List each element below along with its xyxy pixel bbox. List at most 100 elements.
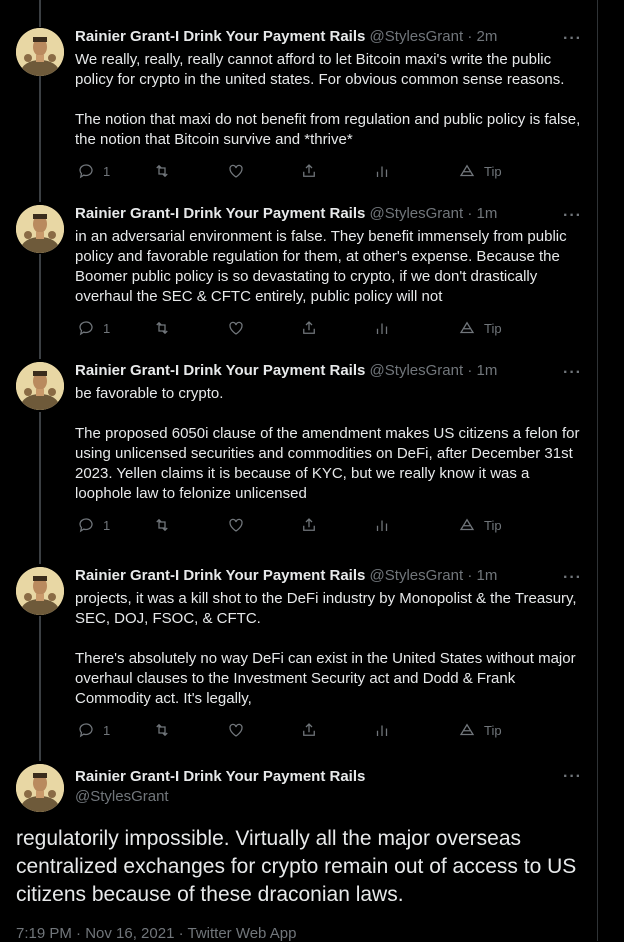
retweet-button[interactable] bbox=[153, 516, 171, 534]
retweet-icon bbox=[156, 164, 168, 178]
like-button[interactable] bbox=[227, 516, 245, 534]
tip-icon bbox=[459, 164, 475, 177]
tweet-header: Rainier Grant-I Drink Your Payment Rails… bbox=[75, 28, 497, 46]
analytics-button[interactable] bbox=[373, 319, 391, 337]
share-icon bbox=[303, 723, 315, 736]
analytics-icon bbox=[376, 323, 388, 334]
thread-line bbox=[39, 254, 41, 359]
main-tweet-text: regulatorily impossible. Virtually all t… bbox=[16, 827, 577, 906]
share-button[interactable] bbox=[300, 516, 318, 534]
author-name[interactable]: Rainier Grant-I Drink Your Payment Rails bbox=[75, 28, 365, 45]
reply-count: 1 bbox=[103, 722, 111, 738]
action-bar: 1 Tip bbox=[75, 162, 585, 184]
tip-button[interactable]: Tip bbox=[458, 721, 502, 739]
analytics-icon bbox=[376, 166, 388, 177]
reply-count: 1 bbox=[103, 517, 111, 533]
like-button[interactable] bbox=[227, 319, 245, 337]
tweet-paragraph: The notion that maxi do not benefit from… bbox=[75, 111, 581, 148]
tweet-header: Rainier Grant-I Drink Your Payment Rails… bbox=[75, 362, 497, 380]
more-icon[interactable]: ··· bbox=[563, 569, 582, 587]
reply-button[interactable]: 1 bbox=[77, 319, 110, 337]
more-icon[interactable]: ··· bbox=[563, 768, 582, 786]
tweet-paragraph: be favorable to crypto. bbox=[75, 385, 224, 402]
timestamp[interactable]: 1m bbox=[476, 362, 497, 379]
like-icon bbox=[229, 164, 243, 178]
retweet-icon bbox=[156, 723, 168, 737]
tweet-meta[interactable]: 7:19 PM · Nov 16, 2021 · Twitter Web App bbox=[16, 925, 296, 942]
reply-button[interactable]: 1 bbox=[77, 162, 110, 180]
author-handle[interactable]: @StylesGrant bbox=[370, 362, 464, 379]
analytics-icon bbox=[376, 520, 388, 531]
avatar[interactable] bbox=[16, 205, 64, 253]
tweet-paragraph: The proposed 6050i clause of the amendme… bbox=[75, 425, 580, 502]
avatar[interactable] bbox=[16, 567, 64, 615]
tweet-header: Rainier Grant-I Drink Your Payment Rails bbox=[75, 768, 365, 786]
author-handle[interactable]: @StylesGrant bbox=[75, 788, 169, 805]
tweet-header: Rainier Grant-I Drink Your Payment Rails… bbox=[75, 567, 497, 585]
analytics-icon bbox=[376, 725, 388, 736]
timestamp[interactable]: 2m bbox=[476, 28, 497, 45]
share-button[interactable] bbox=[300, 319, 318, 337]
thread-line bbox=[39, 0, 41, 27]
reply-icon bbox=[79, 723, 93, 738]
reply-count: 1 bbox=[103, 320, 111, 336]
tweet-paragraph: There's absolutely no way DeFi can exist… bbox=[75, 650, 576, 707]
tweet-paragraph: in an adversarial environment is false. … bbox=[75, 228, 567, 305]
separator: · bbox=[467, 205, 473, 222]
retweet-icon bbox=[156, 321, 168, 335]
tip-button[interactable]: Tip bbox=[458, 319, 502, 337]
author-handle[interactable]: @StylesGrant bbox=[370, 205, 464, 222]
like-button[interactable] bbox=[227, 721, 245, 739]
avatar[interactable] bbox=[16, 362, 64, 410]
author-name[interactable]: Rainier Grant-I Drink Your Payment Rails bbox=[75, 362, 365, 379]
analytics-button[interactable] bbox=[373, 516, 391, 534]
retweet-button[interactable] bbox=[153, 721, 171, 739]
tip-label: Tip bbox=[484, 163, 502, 179]
thread-line bbox=[39, 76, 41, 202]
author-handle[interactable]: @StylesGrant bbox=[370, 28, 464, 45]
timestamp[interactable]: 1m bbox=[476, 205, 497, 222]
more-icon[interactable]: ··· bbox=[563, 207, 582, 225]
tip-label: Tip bbox=[484, 517, 502, 533]
reply-icon bbox=[79, 321, 93, 336]
like-icon bbox=[229, 518, 243, 532]
timestamp[interactable]: 1m bbox=[476, 567, 497, 584]
avatar[interactable] bbox=[16, 28, 64, 76]
author-name[interactable]: Rainier Grant-I Drink Your Payment Rails bbox=[75, 205, 365, 222]
more-icon[interactable]: ··· bbox=[563, 30, 582, 48]
more-icon[interactable]: ··· bbox=[563, 364, 582, 382]
tweet-text: in an adversarial environment is false. … bbox=[75, 227, 585, 307]
tweet-text: be favorable to crypto. The proposed 605… bbox=[75, 384, 585, 504]
author-name[interactable]: Rainier Grant-I Drink Your Payment Rails bbox=[75, 567, 365, 584]
like-icon bbox=[229, 321, 243, 335]
separator: · bbox=[467, 28, 473, 45]
avatar[interactable] bbox=[16, 764, 64, 812]
author-name[interactable]: Rainier Grant-I Drink Your Payment Rails bbox=[75, 768, 365, 785]
tweet-paragraph: projects, it was a kill shot to the DeFi… bbox=[75, 590, 577, 627]
analytics-button[interactable] bbox=[373, 721, 391, 739]
share-icon bbox=[303, 518, 315, 531]
share-icon bbox=[303, 321, 315, 334]
like-button[interactable] bbox=[227, 162, 245, 180]
action-bar: 1 Tip bbox=[75, 516, 585, 538]
thread-line bbox=[39, 412, 41, 564]
tweet-header: Rainier Grant-I Drink Your Payment Rails… bbox=[75, 205, 497, 223]
tip-button[interactable]: Tip bbox=[458, 516, 502, 534]
separator: · bbox=[467, 362, 473, 379]
tip-icon bbox=[459, 723, 475, 736]
retweet-button[interactable] bbox=[153, 162, 171, 180]
reply-button[interactable]: 1 bbox=[77, 721, 110, 739]
reply-button[interactable]: 1 bbox=[77, 516, 110, 534]
retweet-button[interactable] bbox=[153, 319, 171, 337]
share-icon bbox=[303, 164, 315, 177]
author-handle[interactable]: @StylesGrant bbox=[370, 567, 464, 584]
tip-button[interactable]: Tip bbox=[458, 162, 502, 180]
tip-icon bbox=[459, 321, 475, 334]
analytics-button[interactable] bbox=[373, 162, 391, 180]
share-button[interactable] bbox=[300, 721, 318, 739]
column-divider bbox=[597, 0, 598, 941]
tweet-text: projects, it was a kill shot to the DeFi… bbox=[75, 589, 585, 709]
action-bar: 1 Tip bbox=[75, 319, 585, 341]
share-button[interactable] bbox=[300, 162, 318, 180]
separator: · bbox=[467, 567, 473, 584]
